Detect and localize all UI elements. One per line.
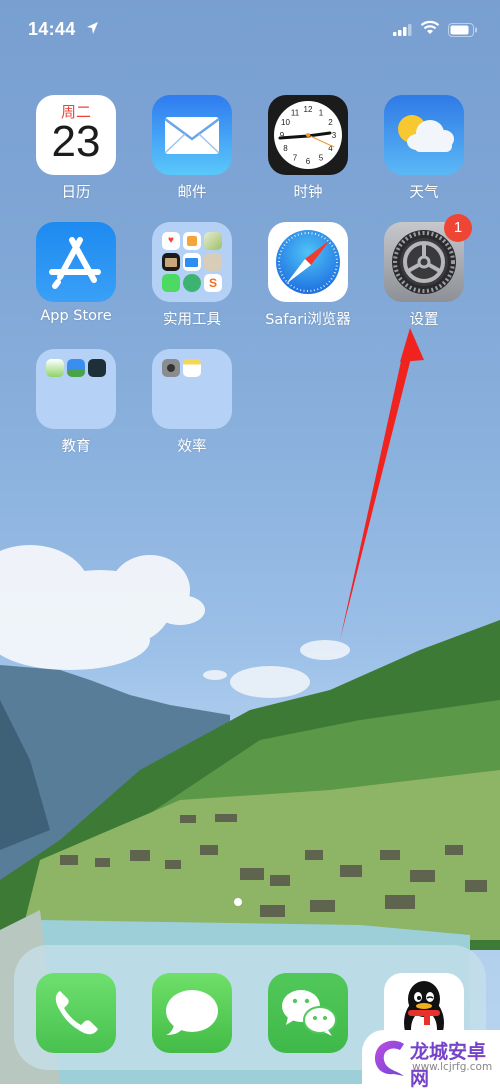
status-bar: 14:44 [0, 0, 500, 60]
app-label: 天气 [409, 185, 439, 201]
files-mini-icon [183, 253, 201, 271]
education-app-3-mini-icon [88, 359, 106, 377]
facetime-mini-icon [162, 274, 180, 292]
app-label: 实用工具 [163, 312, 221, 328]
app-clock[interactable]: 12 1 2 3 4 5 6 7 8 9 10 11 时钟 [258, 95, 358, 202]
app-label: 邮件 [177, 185, 207, 201]
phone-icon[interactable] [36, 973, 116, 1053]
app-settings[interactable]: 1 设置 [374, 214, 474, 329]
notification-badge: 1 [444, 214, 472, 242]
utilities-folder-icon: ♥ S [152, 222, 232, 302]
wallet-mini-icon [162, 253, 180, 271]
app-store-icon [36, 222, 116, 302]
clock-number: 11 [291, 109, 300, 118]
folder-education[interactable]: 教育 [26, 349, 126, 456]
clock-icon: 12 1 2 3 4 5 6 7 8 9 10 11 [268, 95, 348, 175]
app-safari[interactable]: Safari浏览器 [258, 222, 358, 329]
cloud [0, 545, 205, 670]
page-dot-active[interactable] [234, 898, 242, 906]
cellular-signal-icon [393, 24, 412, 36]
clock-number: 12 [304, 105, 313, 114]
status-time: 14:44 [28, 19, 76, 39]
battery-icon [448, 23, 477, 37]
app-calendar[interactable]: 周二 23 日历 [26, 95, 126, 202]
camera-mini-icon [162, 359, 180, 377]
page-indicator[interactable] [234, 893, 242, 911]
app-app-store[interactable]: App Store [26, 222, 126, 324]
clock-number: 8 [283, 144, 288, 153]
health-mini-icon: ♥ [162, 232, 180, 250]
folder-utilities[interactable]: ♥ S 实用工具 [142, 222, 242, 329]
app-label: 设置 [409, 312, 439, 328]
calendar-day: 23 [51, 117, 101, 166]
clock-number: 5 [319, 154, 324, 163]
clock-number: 7 [293, 154, 298, 163]
clock-number: 6 [306, 157, 311, 166]
clock-number: 3 [332, 131, 337, 140]
safari-icon [268, 222, 348, 302]
dragon-logo-icon [374, 1040, 404, 1076]
mail-icon [152, 95, 232, 175]
app-weather[interactable]: 天气 [374, 95, 474, 202]
notes-mini-icon [183, 359, 201, 377]
app-label: 效率 [177, 439, 207, 455]
watermark: 龙城安卓网 www.lcjrfg.com [362, 1030, 500, 1090]
education-app-1-mini-icon [46, 359, 64, 377]
productivity-folder-icon [152, 349, 232, 429]
app-mail[interactable]: 邮件 [142, 95, 242, 202]
find-my-mini-icon [183, 274, 201, 292]
education-folder-icon [36, 349, 116, 429]
wifi-icon [420, 20, 440, 34]
app-label: 时钟 [293, 185, 323, 201]
home-mini-icon [183, 232, 201, 250]
clock-number: 10 [281, 118, 290, 127]
app-label: 教育 [61, 439, 91, 455]
location-arrow-icon [87, 22, 98, 34]
app-label: 日历 [61, 185, 91, 201]
clock-number: 2 [328, 118, 333, 127]
maps-mini-icon [204, 232, 222, 250]
app-label: Safari浏览器 [265, 312, 351, 328]
contacts-mini-icon [204, 253, 222, 271]
messages-icon[interactable] [152, 973, 232, 1053]
folder-productivity[interactable]: 效率 [142, 349, 242, 456]
app-label: App Store [40, 308, 112, 324]
clock-dial: 12 1234567891011 [274, 101, 342, 169]
sogou-mini-icon: S [204, 274, 222, 292]
wechat-icon[interactable] [268, 973, 348, 1053]
clock-number: 1 [319, 109, 324, 118]
watermark-url: www.lcjrfg.com [412, 1061, 493, 1073]
calendar-icon: 周二 23 [36, 95, 116, 175]
weather-icon [384, 95, 464, 175]
education-app-2-mini-icon [67, 359, 85, 377]
